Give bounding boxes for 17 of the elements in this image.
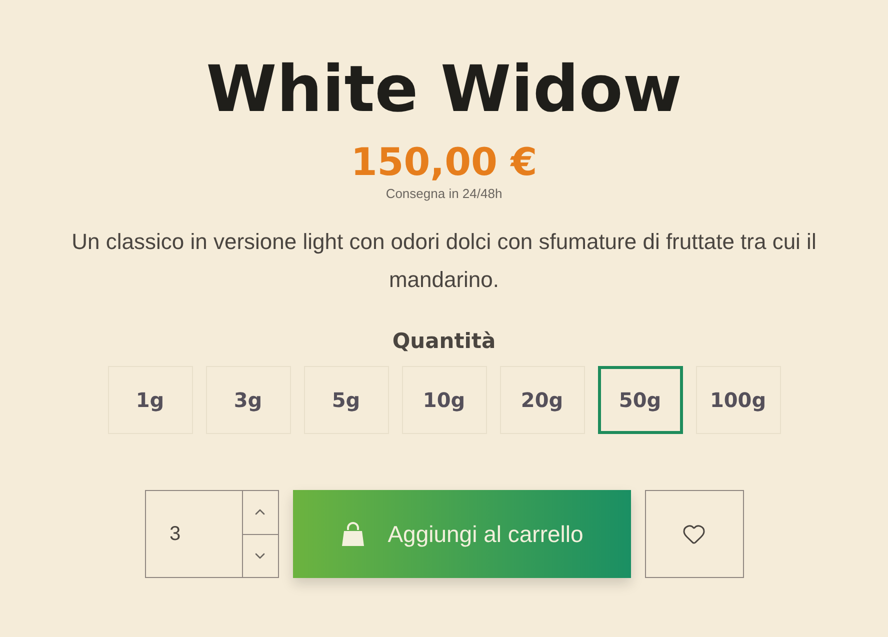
weight-option[interactable]: 1g: [108, 366, 192, 434]
wishlist-button[interactable]: [644, 490, 744, 578]
quantity-stepper[interactable]: 3: [144, 490, 278, 578]
product-title: White Widow: [206, 52, 682, 128]
shopping-bag-icon: [340, 521, 366, 547]
product-description: Un classico in versione light con odori dolci con sfumature di fruttate tra cui il mandarino.: [70, 228, 818, 294]
weight-option[interactable]: 20g: [500, 366, 584, 434]
weight-option[interactable]: 5g: [304, 366, 388, 434]
weight-option[interactable]: 50g: [598, 366, 682, 434]
weight-option[interactable]: 3g: [206, 366, 290, 434]
delivery-note: Consegna in 24/48h: [386, 186, 502, 201]
quantity-label: Quantità: [392, 329, 496, 353]
heart-icon: [682, 522, 706, 546]
weight-option[interactable]: 10g: [402, 366, 486, 434]
product-price: 150,00 €: [350, 142, 538, 182]
quantity-field[interactable]: 3: [146, 491, 242, 577]
weight-option[interactable]: 100g: [696, 366, 780, 434]
